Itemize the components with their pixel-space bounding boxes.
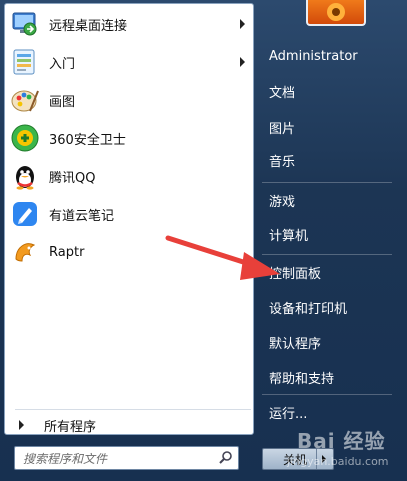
program-item-qq[interactable]: 腾讯QQ	[5, 158, 255, 194]
program-item-getting-started[interactable]: 入门	[5, 44, 255, 80]
menu-item-help-support[interactable]: 帮助和支持	[262, 361, 402, 393]
divider	[262, 182, 392, 183]
menu-item-run[interactable]: 运行...	[262, 396, 402, 428]
divider	[262, 394, 392, 395]
menu-item-computer[interactable]: 计算机	[262, 218, 402, 250]
menu-item-label: 计算机	[269, 228, 309, 244]
user-avatar[interactable]	[306, 0, 366, 26]
360-security-icon	[9, 122, 41, 154]
program-label: 远程桌面连接	[49, 18, 128, 34]
program-item-paint[interactable]: 画图	[5, 82, 255, 118]
program-label: 腾讯QQ	[49, 170, 96, 186]
menu-item-devices-printers[interactable]: 设备和打印机	[262, 291, 402, 323]
menu-item-pictures[interactable]: 图片	[262, 111, 402, 143]
program-label: 入门	[49, 56, 76, 72]
divider	[262, 254, 392, 255]
remote-desktop-icon	[9, 8, 41, 40]
user-name-link[interactable]: Administrator	[262, 40, 402, 72]
program-label: Raptr	[49, 244, 85, 260]
divider	[15, 409, 251, 410]
menu-item-label: 运行...	[269, 406, 308, 422]
getting-started-icon	[9, 46, 41, 78]
program-item-remote-desktop[interactable]: 远程桌面连接	[5, 6, 255, 42]
submenu-arrow-icon[interactable]	[240, 57, 245, 67]
menu-item-label: 设备和打印机	[269, 301, 348, 317]
shutdown-button[interactable]: 关机	[262, 448, 334, 470]
menu-item-label: 文档	[269, 85, 296, 101]
program-list-pane: 远程桌面连接 入门 画图 360安全卫士 腾讯QQ 有道云笔记 Raptr 所有…	[4, 3, 254, 435]
raptr-icon	[9, 236, 41, 268]
all-programs-button[interactable]: 所有程序	[5, 411, 255, 439]
menu-item-label: 游戏	[269, 194, 296, 210]
menu-item-label: 图片	[269, 121, 296, 137]
shutdown-options-arrow-icon[interactable]	[316, 449, 333, 469]
program-label: 有道云笔记	[49, 208, 115, 224]
user-name: Administrator	[269, 48, 358, 64]
program-item-raptr[interactable]: Raptr	[5, 234, 255, 270]
start-menu: 远程桌面连接 入门 画图 360安全卫士 腾讯QQ 有道云笔记 Raptr 所有…	[0, 0, 407, 481]
menu-item-control-panel[interactable]: 控制面板	[262, 256, 402, 288]
menu-item-default-programs[interactable]: 默认程序	[262, 326, 402, 358]
menu-item-documents[interactable]: 文档	[262, 75, 402, 107]
expand-arrow-icon	[19, 420, 24, 430]
search-input[interactable]	[21, 449, 215, 469]
shutdown-label: 关机	[283, 452, 308, 467]
search-box[interactable]	[14, 446, 239, 470]
submenu-arrow-icon[interactable]	[240, 19, 245, 29]
menu-item-label: 帮助和支持	[269, 371, 335, 387]
qq-penguin-icon	[9, 160, 41, 192]
menu-item-music[interactable]: 音乐	[262, 144, 402, 176]
program-label: 360安全卫士	[49, 132, 126, 148]
menu-item-label: 控制面板	[269, 266, 322, 282]
youdao-note-icon	[9, 198, 41, 230]
menu-item-label: 默认程序	[269, 336, 322, 352]
search-icon[interactable]	[218, 450, 234, 466]
menu-item-label: 音乐	[269, 154, 296, 170]
program-label: 画图	[49, 94, 76, 110]
program-item-360-security[interactable]: 360安全卫士	[5, 120, 255, 156]
program-item-youdao-note[interactable]: 有道云笔记	[5, 196, 255, 232]
menu-item-games[interactable]: 游戏	[262, 184, 402, 216]
paint-icon	[9, 84, 41, 116]
all-programs-label: 所有程序	[44, 419, 97, 435]
